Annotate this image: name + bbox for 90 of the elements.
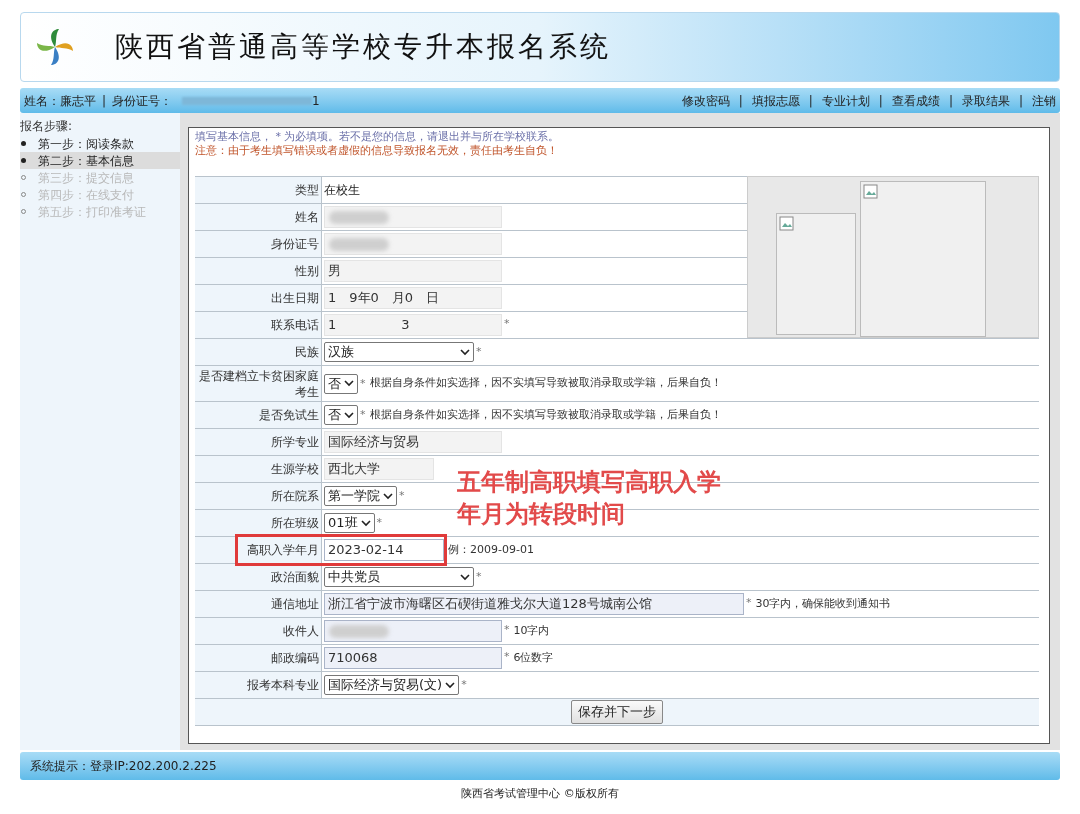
status-text: 系统提示：登录IP:202.200.2.225	[30, 758, 217, 775]
chevron-icon	[383, 492, 393, 500]
chevron-icon	[360, 519, 371, 527]
field-label: 出生日期	[271, 290, 319, 306]
select-dropdown[interactable]: 国际经济与贸易(文)	[324, 675, 460, 695]
annotation-text: 五年制高职填写高职入学	[457, 467, 721, 498]
required-mark: *	[504, 622, 510, 638]
bullet-icon	[21, 141, 26, 146]
field-label: 民族	[295, 344, 319, 360]
separator: |	[1018, 92, 1023, 110]
field-label: 是否免试生	[259, 407, 319, 423]
field-label: 是否建档立卡贫困家庭考生	[198, 367, 319, 400]
nav-link[interactable]: 注销	[1032, 91, 1056, 110]
select-dropdown[interactable]: 否	[324, 405, 358, 425]
required-mark: *	[399, 488, 405, 504]
select-dropdown[interactable]: 汉族	[324, 342, 474, 362]
input-field[interactable]: 2023-02-14	[324, 539, 444, 561]
field-hint: 根据自身条件如实选择，因不实填写导致被取消录取或学籍，后果自负！	[369, 375, 722, 392]
field-hint: 10字内	[513, 622, 550, 639]
required-mark: *	[461, 677, 467, 693]
sidebar-item[interactable]: 第一步：阅读条款	[20, 135, 180, 152]
id-number: 1	[312, 92, 320, 110]
save-next-button[interactable]: 保存并下一步	[571, 700, 663, 724]
warning-text: 注意：由于考生填写错误或者虚假的信息导致报名无效，责任由考生自负！	[195, 144, 559, 158]
input-field[interactable]	[324, 620, 502, 642]
chevron-icon	[344, 411, 354, 419]
field-hint: 6位数字	[513, 649, 554, 666]
nav-link[interactable]: 专业计划	[821, 91, 870, 110]
input-field[interactable]: 西北大学	[324, 458, 434, 480]
bullet-icon	[21, 158, 26, 163]
input-field[interactable]: 1 3	[324, 314, 502, 336]
field-label: 高职入学年月	[247, 542, 319, 558]
field-label: 身份证号	[271, 236, 319, 252]
required-mark: *	[746, 595, 752, 611]
field-label: 性别	[295, 263, 319, 279]
broken-image-icon	[863, 184, 879, 200]
field-label: 生源学校	[271, 461, 319, 477]
nav-link[interactable]: 录取结果	[961, 91, 1010, 110]
sidebar-item[interactable]: 第二步：基本信息	[20, 152, 180, 169]
field-hint: 根据自身条件如实选择，因不实填写导致被取消录取或学籍，后果自负！	[369, 406, 722, 423]
field-label: 所学专业	[271, 434, 319, 450]
field-label: 邮政编码	[271, 650, 319, 666]
field-hint: 例：2009-09-01	[448, 541, 534, 558]
id-label: 身份证号：	[112, 92, 173, 110]
chevron-icon	[460, 573, 470, 581]
field-value: 在校生	[324, 182, 360, 199]
required-mark: *	[504, 649, 510, 665]
input-field[interactable]: 国际经济与贸易	[324, 431, 502, 453]
required-mark: *	[476, 344, 482, 360]
nav-link[interactable]: 填报志愿	[751, 91, 800, 110]
notice-text: 填写基本信息， * 为必填项。若不是您的信息，请退出并与所在学校联系。	[195, 130, 561, 144]
separator: |	[948, 92, 953, 110]
separator: |	[738, 92, 743, 110]
field-hint: 30字内，确保能收到通知书	[755, 595, 891, 612]
select-dropdown[interactable]: 第一学院	[324, 486, 397, 506]
name-label: 姓名：廉志平	[24, 92, 96, 110]
required-mark: *	[376, 515, 383, 531]
separator: |	[878, 92, 883, 110]
required-mark: *	[504, 316, 510, 332]
annotation-text: 年月为转段时间	[457, 499, 626, 530]
required-mark: *	[360, 407, 366, 423]
input-field[interactable]: 浙江省宁波市海曙区石碶街道雅戈尔大道128号城南公馆	[324, 593, 744, 615]
chevron-icon	[344, 380, 354, 387]
field-label: 姓名	[295, 209, 319, 225]
chevron-icon	[460, 348, 470, 356]
field-label: 所在院系	[271, 488, 319, 504]
field-label: 报考本科专业	[247, 677, 319, 693]
required-mark: *	[360, 375, 366, 392]
nav-link[interactable]: 修改密码	[681, 91, 730, 110]
broken-image-icon	[779, 216, 795, 232]
field-label: 联系电话	[271, 317, 319, 333]
field-label: 通信地址	[271, 596, 319, 612]
copyright-text: 陕西省考试管理中心 ©版权所有	[460, 786, 620, 802]
nav-link[interactable]: 查看成绩	[891, 91, 940, 110]
field-label: 收件人	[283, 623, 319, 639]
required-mark: *	[476, 569, 482, 585]
sidebar-title: 报名步骤:	[20, 118, 74, 135]
system-title: 陕西省普通高等学校专升本报名系统	[115, 29, 611, 65]
field-label: 政治面貌	[271, 569, 319, 585]
field-label: 类型	[295, 182, 319, 198]
select-dropdown[interactable]: 01班	[324, 513, 375, 533]
separator: |	[808, 92, 813, 110]
input-field[interactable]: 710068	[324, 647, 502, 669]
select-dropdown[interactable]: 中共党员	[324, 567, 474, 587]
separator: |	[102, 92, 107, 110]
select-dropdown[interactable]: 否	[324, 373, 358, 394]
field-label: 所在班级	[271, 515, 319, 531]
chevron-icon	[445, 681, 456, 689]
input-field[interactable]: 1 9年0 月0 日	[324, 287, 502, 309]
input-field[interactable]: 男	[324, 260, 502, 282]
